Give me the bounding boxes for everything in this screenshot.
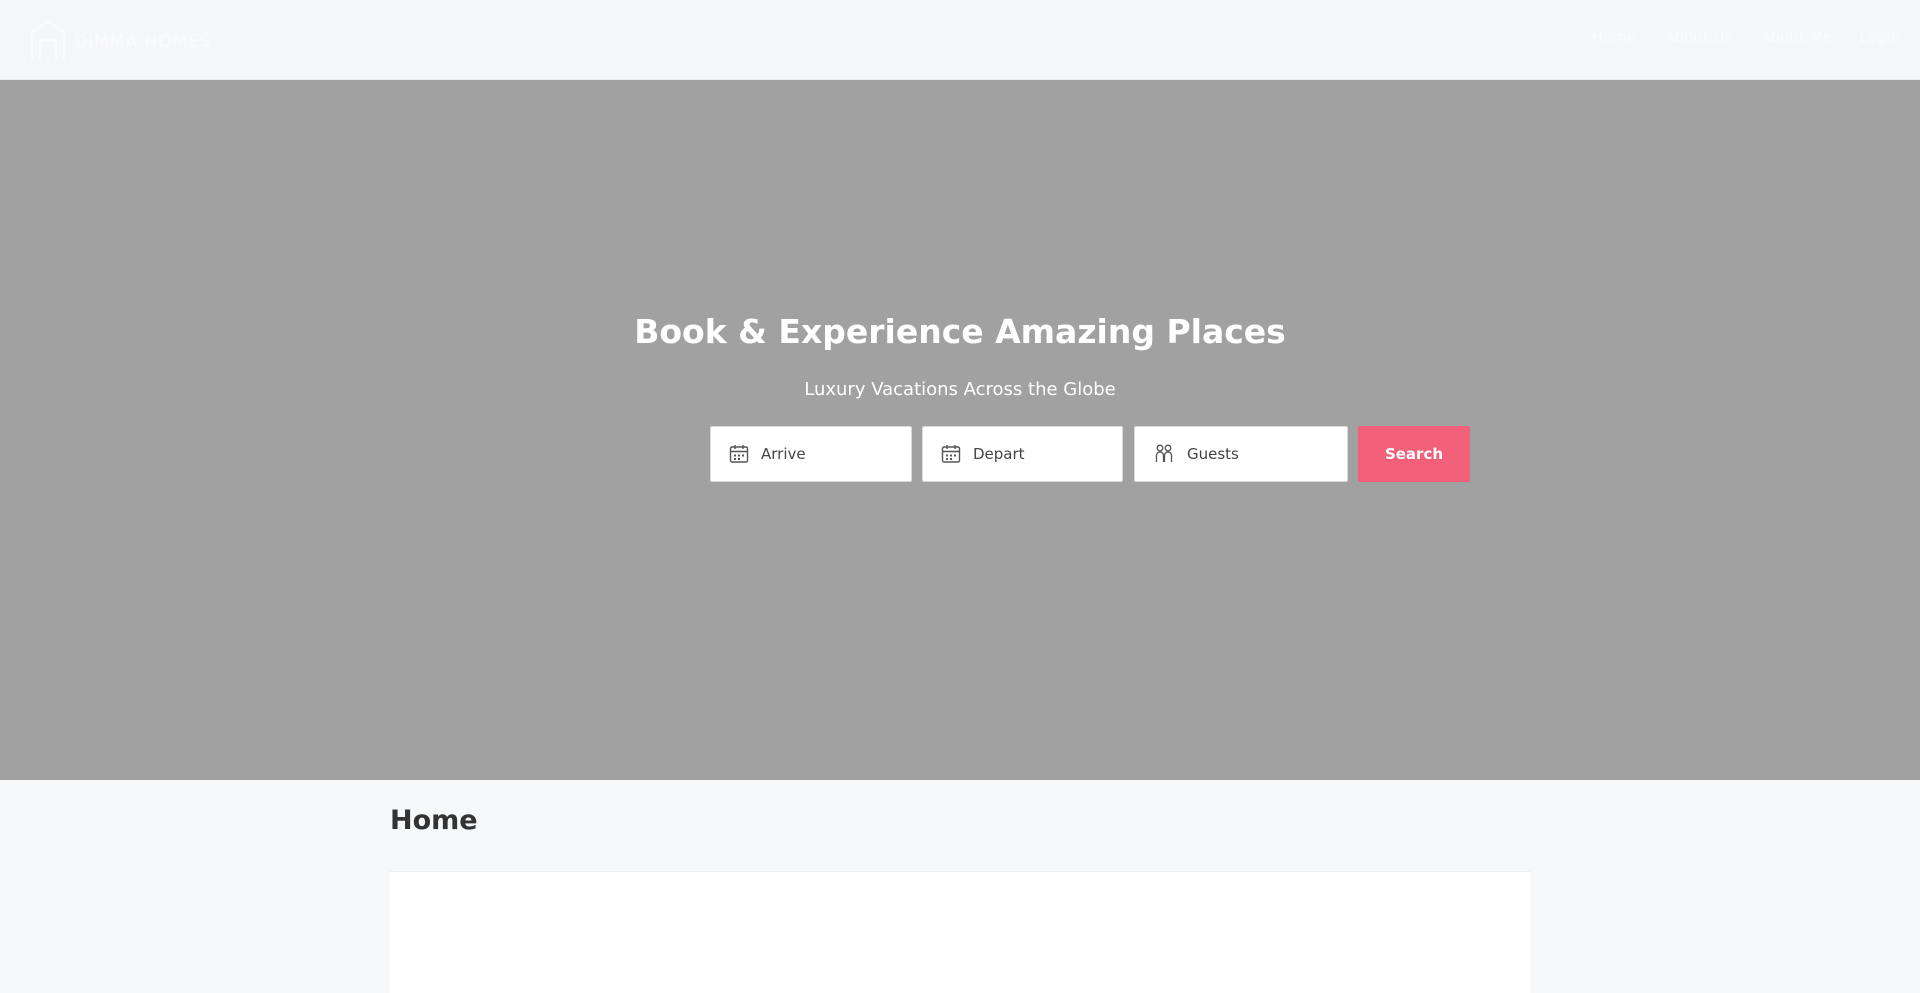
page-title: Home — [390, 805, 478, 836]
logo-text: DIMMA HOMES — [74, 32, 212, 52]
hero-banner: Book & Experience Amazing Places Luxury … — [0, 80, 1920, 780]
guests-input[interactable] — [1187, 445, 1317, 463]
depart-input[interactable] — [973, 445, 1103, 463]
nav-login[interactable]: Login — [1860, 28, 1900, 46]
house-logo-icon — [31, 19, 65, 60]
calendar-icon — [941, 445, 961, 463]
arrive-field[interactable] — [710, 426, 912, 482]
nav-home[interactable]: Home — [1592, 28, 1636, 46]
guests-field[interactable] — [1134, 426, 1348, 482]
arrive-input[interactable] — [761, 445, 891, 463]
hero-subtitle: Luxury Vacations Across the Globe — [804, 379, 1116, 400]
main-nav: Home About Us About Me Login — [1592, 28, 1900, 46]
hero-title: Book & Experience Amazing Places — [634, 312, 1286, 351]
content-card — [390, 871, 1530, 993]
calendar-icon — [729, 445, 749, 463]
search-button[interactable]: Search — [1358, 426, 1470, 482]
guests-icon — [1155, 444, 1173, 462]
depart-field[interactable] — [922, 426, 1123, 482]
logo[interactable]: DIMMA HOMES — [28, 18, 228, 62]
top-navbar: DIMMA HOMES Home About Us About Me Login — [0, 0, 1920, 80]
nav-about-us[interactable]: About Us — [1664, 28, 1732, 46]
nav-about-me[interactable]: About Me — [1760, 28, 1831, 46]
